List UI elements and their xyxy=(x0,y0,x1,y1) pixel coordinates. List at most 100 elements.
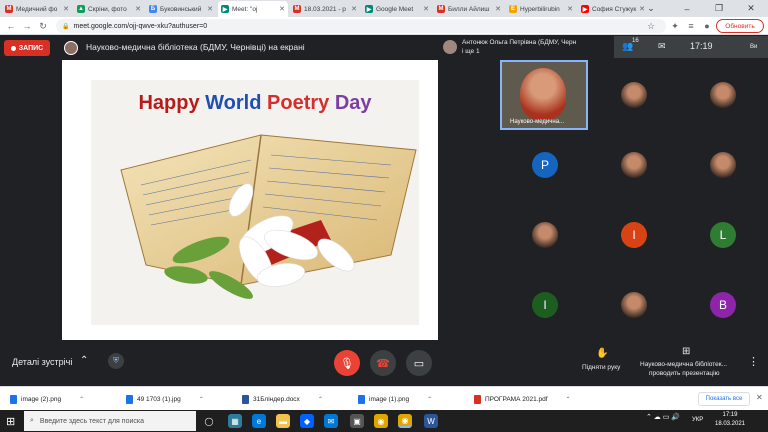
browser-tab[interactable]: M 18.03.2021 - p ✕ xyxy=(290,1,360,17)
url-field[interactable]: 🔒 meet.google.com/ojj-qwve-xku?authuser=… xyxy=(56,19,666,33)
task-view-icon[interactable]: ◯ xyxy=(202,414,216,428)
edge-icon[interactable]: e xyxy=(252,414,266,428)
forward-button[interactable]: → xyxy=(20,19,34,33)
participant-tile[interactable]: P xyxy=(500,130,590,200)
tab-close-icon[interactable]: ✕ xyxy=(279,5,285,13)
reload-button[interactable]: ↻ xyxy=(36,19,50,33)
tab-search-icon[interactable]: ⌄ xyxy=(640,0,662,17)
file-icon xyxy=(358,394,365,404)
download-item[interactable]: image (2).png ⌃ xyxy=(10,392,84,406)
star-icon[interactable]: ☆ xyxy=(644,19,658,33)
pinned-avatar xyxy=(443,40,457,54)
participant-tile[interactable] xyxy=(678,130,768,200)
dropbox-icon[interactable]: ◆ xyxy=(300,414,314,428)
update-button[interactable]: Обновить xyxy=(716,19,764,33)
raise-hand-icon[interactable]: ✋ xyxy=(596,348,608,359)
tab-close-icon[interactable]: ✕ xyxy=(567,5,573,13)
leave-call-button[interactable]: ☎ xyxy=(370,350,396,376)
calendar-app-icon[interactable]: ▦ xyxy=(228,414,242,428)
tab-close-icon[interactable]: ✕ xyxy=(135,5,141,13)
participant-tile[interactable] xyxy=(589,270,679,340)
tab-close-icon[interactable]: ✕ xyxy=(351,5,357,13)
participant-tile[interactable] xyxy=(500,200,590,270)
participant-tile[interactable]: I xyxy=(500,270,590,340)
tab-label: Билли Айлиш xyxy=(448,5,490,13)
browser-tab[interactable]: E Hyperbilirubin ✕ xyxy=(506,1,576,17)
download-item[interactable]: image (1).png ⌃ xyxy=(358,392,432,406)
participant-avatar: L xyxy=(710,222,736,248)
taskbar-search-field[interactable]: ⌕ Введите здесь текст для поиска xyxy=(24,411,196,431)
chevron-up-icon[interactable]: ⌃ xyxy=(566,396,571,403)
chrome-icon[interactable]: ◉ xyxy=(374,414,388,428)
back-button[interactable]: ← xyxy=(4,19,18,33)
present-screen-icon[interactable]: ⊞ xyxy=(682,346,690,357)
active-speaker-tile[interactable]: Науково-медична... xyxy=(500,60,588,130)
chevron-up-icon[interactable]: ⌃ xyxy=(199,396,204,403)
mail-icon[interactable]: ✉ xyxy=(324,414,338,428)
close-shelf-icon[interactable]: ✕ xyxy=(756,393,763,402)
download-item[interactable]: ПРОГРАМА 2021.pdf ⌃ xyxy=(474,392,571,406)
browser-tab[interactable]: Б Буковинський ✕ xyxy=(146,1,216,17)
file-explorer-icon[interactable]: ▬ xyxy=(276,414,290,428)
participant-tile[interactable] xyxy=(589,130,679,200)
chat-icon[interactable]: ✉ xyxy=(658,41,666,52)
tab-favicon-icon: ▲ xyxy=(77,5,85,13)
browser-tab[interactable]: ▶ Google Meet ✕ xyxy=(362,1,432,17)
participant-tile[interactable] xyxy=(589,60,679,130)
tab-favicon-icon: Б xyxy=(149,5,157,13)
system-tray-icons[interactable]: ⌃ ☁ ▭ 🔊 xyxy=(646,413,680,421)
download-filename: 31Бліндер.docx xyxy=(253,395,300,403)
chevron-up-icon[interactable]: ⌃ xyxy=(79,396,84,403)
windows-start-icon[interactable]: ⊞ xyxy=(6,415,15,428)
mic-off-button[interactable]: 🎙 xyxy=(334,350,360,376)
chevron-up-icon[interactable]: ⌃ xyxy=(427,396,432,403)
browser-tab[interactable]: M Медичний фо ✕ xyxy=(2,1,72,17)
shield-icon[interactable]: ⛨ xyxy=(108,353,124,369)
meeting-details-button[interactable]: Деталі зустрічі xyxy=(12,357,72,367)
download-item[interactable]: 31Бліндер.docx ⌃ xyxy=(242,392,323,406)
browser-tab[interactable]: ▶ София Стужук ✕ xyxy=(578,1,648,17)
participant-grid: Науково-медична... P I L I B xyxy=(500,58,768,342)
maximize-button[interactable]: ❐ xyxy=(708,0,730,17)
browser-tab[interactable]: ▲ Скріни, фото ✕ xyxy=(74,1,144,17)
input-language[interactable]: УКР xyxy=(692,417,703,423)
word-icon[interactable]: W xyxy=(424,414,438,428)
store-icon[interactable]: ▣ xyxy=(350,414,364,428)
chevron-up-icon[interactable]: ⌃ xyxy=(318,396,323,403)
presenting-sublabel: проводить презентацію xyxy=(649,370,720,377)
participant-tile[interactable]: I xyxy=(589,200,679,270)
participant-tile[interactable]: L xyxy=(678,200,768,270)
tab-label: 18.03.2021 - p xyxy=(304,5,346,13)
tab-label: Meet: "oj xyxy=(232,5,258,13)
windows-taskbar: ⊞ ⌕ Введите здесь текст для поиска ◯ ▦ e… xyxy=(0,410,768,432)
tab-close-icon[interactable]: ✕ xyxy=(63,5,69,13)
taskbar-time[interactable]: 17:19 xyxy=(714,412,746,418)
browser-tab[interactable]: ▶ Meet: "oj ✕ xyxy=(218,1,288,17)
show-all-downloads-button[interactable]: Показать все xyxy=(698,392,750,406)
more-options-icon[interactable]: ⋮ xyxy=(748,355,759,368)
minimize-button[interactable]: – xyxy=(676,0,698,17)
playlist-icon[interactable]: ≡ xyxy=(684,19,698,33)
taskbar-date[interactable]: 18.03.2021 xyxy=(708,421,752,427)
participant-tile[interactable]: B xyxy=(678,270,768,340)
download-item[interactable]: 49 1703 (1).jpg ⌃ xyxy=(126,392,204,406)
tab-close-icon[interactable]: ✕ xyxy=(207,5,213,13)
record-dot-icon xyxy=(10,45,16,51)
close-window-button[interactable]: ✕ xyxy=(740,0,762,17)
download-filename: image (1).png xyxy=(369,395,410,403)
raise-hand-label[interactable]: Підняти руку xyxy=(582,364,620,371)
presenting-label[interactable]: Науково-медична бібліотек... xyxy=(640,361,727,368)
chrome-active-icon[interactable]: ◉ xyxy=(398,414,412,428)
recording-label: ЗАПИС xyxy=(18,44,44,52)
tab-close-icon[interactable]: ✕ xyxy=(423,5,429,13)
browser-tab[interactable]: M Билли Айлиш ✕ xyxy=(434,1,504,17)
address-bar: ← → ↻ 🔒 meet.google.com/ojj-qwve-xku?aut… xyxy=(0,17,768,35)
search-icon: ⌕ xyxy=(30,417,34,424)
participant-tile[interactable] xyxy=(678,60,768,130)
extensions-icon[interactable]: ✦ xyxy=(668,19,682,33)
tab-close-icon[interactable]: ✕ xyxy=(495,5,501,13)
chevron-up-icon[interactable]: ⌃ xyxy=(80,355,88,366)
camera-button[interactable]: ▭ xyxy=(406,350,432,376)
profile-avatar[interactable]: ● xyxy=(700,19,714,33)
recording-badge[interactable]: ЗАПИС xyxy=(4,40,50,56)
